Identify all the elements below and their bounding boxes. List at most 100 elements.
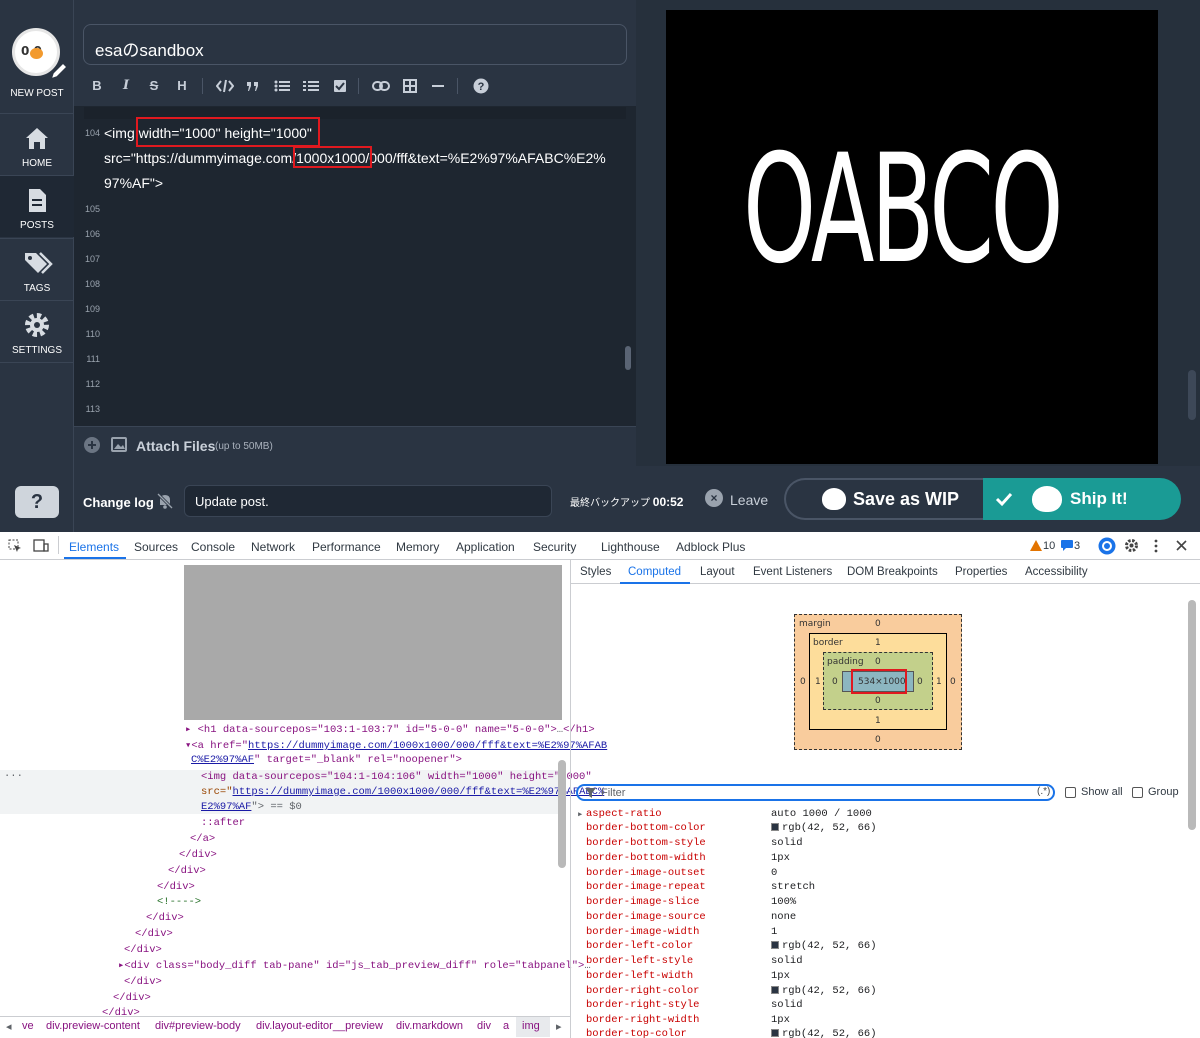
tab-memory[interactable]: Memory xyxy=(396,540,439,554)
tree-row-h1[interactable]: ▸ <h1 data-sourcepos="103:1-103:7" id="5… xyxy=(185,723,595,737)
help-button[interactable]: ? xyxy=(15,486,59,518)
numbered-list-icon[interactable] xyxy=(303,80,319,92)
warning-icon[interactable] xyxy=(1030,540,1042,551)
computed-prop[interactable]: border-image-slice xyxy=(586,896,699,908)
strikethrough-button[interactable]: S xyxy=(143,74,165,98)
table-icon[interactable] xyxy=(403,79,417,93)
gear-icon[interactable] xyxy=(1124,538,1139,553)
breadcrumb-item[interactable]: ve xyxy=(22,1020,34,1032)
color-swatch[interactable] xyxy=(771,1029,779,1037)
heading-button[interactable]: H xyxy=(171,74,193,98)
show-all-checkbox[interactable] xyxy=(1065,787,1076,798)
notification-off-icon[interactable] xyxy=(156,492,174,510)
more-vertical-icon[interactable] xyxy=(1154,539,1158,553)
tree-row-after[interactable]: ::after xyxy=(201,816,245,830)
sidebar-item-settings[interactable]: SETTINGS xyxy=(0,300,74,362)
sidebar-item-posts[interactable]: POSTS xyxy=(0,175,74,237)
bold-button[interactable]: B xyxy=(86,74,108,98)
breadcrumb-item[interactable]: div xyxy=(477,1020,491,1032)
inspect-icon[interactable] xyxy=(8,539,22,553)
tab-performance[interactable]: Performance xyxy=(312,540,381,554)
tree-row-close[interactable]: </div> xyxy=(113,991,151,1005)
device-toggle-icon[interactable] xyxy=(33,539,49,553)
tab-elements[interactable]: Elements xyxy=(69,540,119,554)
sidebar-item-home[interactable]: HOME xyxy=(0,113,74,175)
computed-prop[interactable]: aspect-ratio xyxy=(586,808,662,820)
message-count[interactable]: 3 xyxy=(1074,540,1080,552)
tree-row-close[interactable]: </div> xyxy=(157,880,195,894)
tree-row-close[interactable]: </div> xyxy=(168,864,206,878)
message-icon[interactable] xyxy=(1061,540,1073,551)
color-swatch[interactable] xyxy=(771,941,779,949)
tree-row-a[interactable]: ▾<a href="https://dummyimage.com/1000x10… xyxy=(185,739,607,753)
extension-icon[interactable] xyxy=(1098,537,1116,555)
breadcrumb-item[interactable]: div#preview-body xyxy=(155,1020,241,1032)
tab-styles[interactable]: Styles xyxy=(580,566,611,578)
computed-filter-input[interactable] xyxy=(576,784,1055,801)
tree-row-close[interactable]: </div> xyxy=(124,975,162,989)
tree-row-comment[interactable]: <!----> xyxy=(157,895,201,909)
computed-prop[interactable]: border-left-color xyxy=(586,940,693,952)
tree-row-close[interactable]: </div> xyxy=(146,911,184,925)
computed-prop[interactable]: border-bottom-style xyxy=(586,837,706,849)
close-icon[interactable]: × xyxy=(705,489,723,507)
breadcrumb-item[interactable]: div.layout-editor__preview xyxy=(256,1020,383,1032)
breadcrumb-scroll-right[interactable]: ▸ xyxy=(556,1020,562,1033)
tab-accessibility[interactable]: Accessibility xyxy=(1025,566,1088,578)
tab-network[interactable]: Network xyxy=(251,540,295,554)
tab-layout[interactable]: Layout xyxy=(700,566,735,578)
tab-application[interactable]: Application xyxy=(456,540,515,554)
computed-prop[interactable]: border-bottom-color xyxy=(586,822,706,834)
tree-row-body-diff[interactable]: ▸<div class="body_diff tab-pane" id="js_… xyxy=(118,959,591,973)
computed-prop[interactable]: border-image-outset xyxy=(586,867,706,879)
breadcrumb-scroll-left[interactable]: ◂ xyxy=(6,1020,12,1033)
tree-row-close[interactable]: </div> xyxy=(179,848,217,862)
tab-computed[interactable]: Computed xyxy=(628,566,681,578)
code-icon[interactable] xyxy=(216,79,234,93)
computed-prop[interactable]: border-bottom-width xyxy=(586,852,706,864)
tab-adblock-plus[interactable]: Adblock Plus xyxy=(676,540,745,554)
computed-prop[interactable]: border-right-width xyxy=(586,1014,699,1026)
computed-prop[interactable]: border-left-style xyxy=(586,955,693,967)
image-icon[interactable] xyxy=(111,437,127,452)
link-icon[interactable] xyxy=(372,79,390,93)
breadcrumb-item[interactable]: div.preview-content xyxy=(46,1020,140,1032)
tab-sources[interactable]: Sources xyxy=(134,540,178,554)
tab-security[interactable]: Security xyxy=(533,540,576,554)
italic-button[interactable]: I xyxy=(115,74,137,98)
close-icon[interactable] xyxy=(1176,540,1187,551)
color-swatch[interactable] xyxy=(771,823,779,831)
regex-toggle[interactable]: (.*) xyxy=(1037,786,1050,797)
breadcrumb-item[interactable]: img xyxy=(522,1020,540,1032)
plus-circle-icon[interactable] xyxy=(84,437,100,453)
computed-prop[interactable]: border-image-width xyxy=(586,926,699,938)
breadcrumb-item[interactable]: div.markdown xyxy=(396,1020,463,1032)
tab-event-listeners[interactable]: Event Listeners xyxy=(753,566,832,578)
tab-properties[interactable]: Properties xyxy=(955,566,1007,578)
preview-scrollbar[interactable] xyxy=(1188,370,1196,420)
horizontal-rule-icon[interactable] xyxy=(432,85,444,88)
new-post-label[interactable]: NEW POST xyxy=(0,88,74,99)
computed-prop[interactable]: border-image-repeat xyxy=(586,881,706,893)
bullet-list-icon[interactable] xyxy=(274,80,290,92)
tree-row-close[interactable]: </div> xyxy=(124,943,162,957)
help-circle-icon[interactable]: ? xyxy=(473,78,489,94)
leave-button[interactable]: Leave xyxy=(730,492,768,508)
group-checkbox[interactable] xyxy=(1132,787,1143,798)
editor-scrollbar-thumb[interactable] xyxy=(625,346,631,370)
computed-prop[interactable]: border-image-source xyxy=(586,911,706,923)
tab-dom-breakpoints[interactable]: DOM Breakpoints xyxy=(847,566,938,578)
computed-prop[interactable]: border-right-style xyxy=(586,999,699,1011)
tree-row-img[interactable]: <img data-sourcepos="104:1-104:106" widt… xyxy=(201,770,592,784)
expand-arrow[interactable]: ▸ xyxy=(577,808,583,822)
pane-divider[interactable] xyxy=(570,560,571,1038)
warning-count[interactable]: 10 xyxy=(1043,540,1055,552)
tab-console[interactable]: Console xyxy=(191,540,235,554)
quote-icon[interactable] xyxy=(246,80,260,92)
tree-row-close[interactable]: </a> xyxy=(190,832,215,846)
elements-scrollbar[interactable] xyxy=(558,760,566,868)
checkbox-icon[interactable] xyxy=(333,79,347,93)
tree-row-close[interactable]: </div> xyxy=(135,927,173,941)
attach-files-button[interactable]: Attach Files xyxy=(136,438,215,454)
color-swatch[interactable] xyxy=(771,986,779,994)
